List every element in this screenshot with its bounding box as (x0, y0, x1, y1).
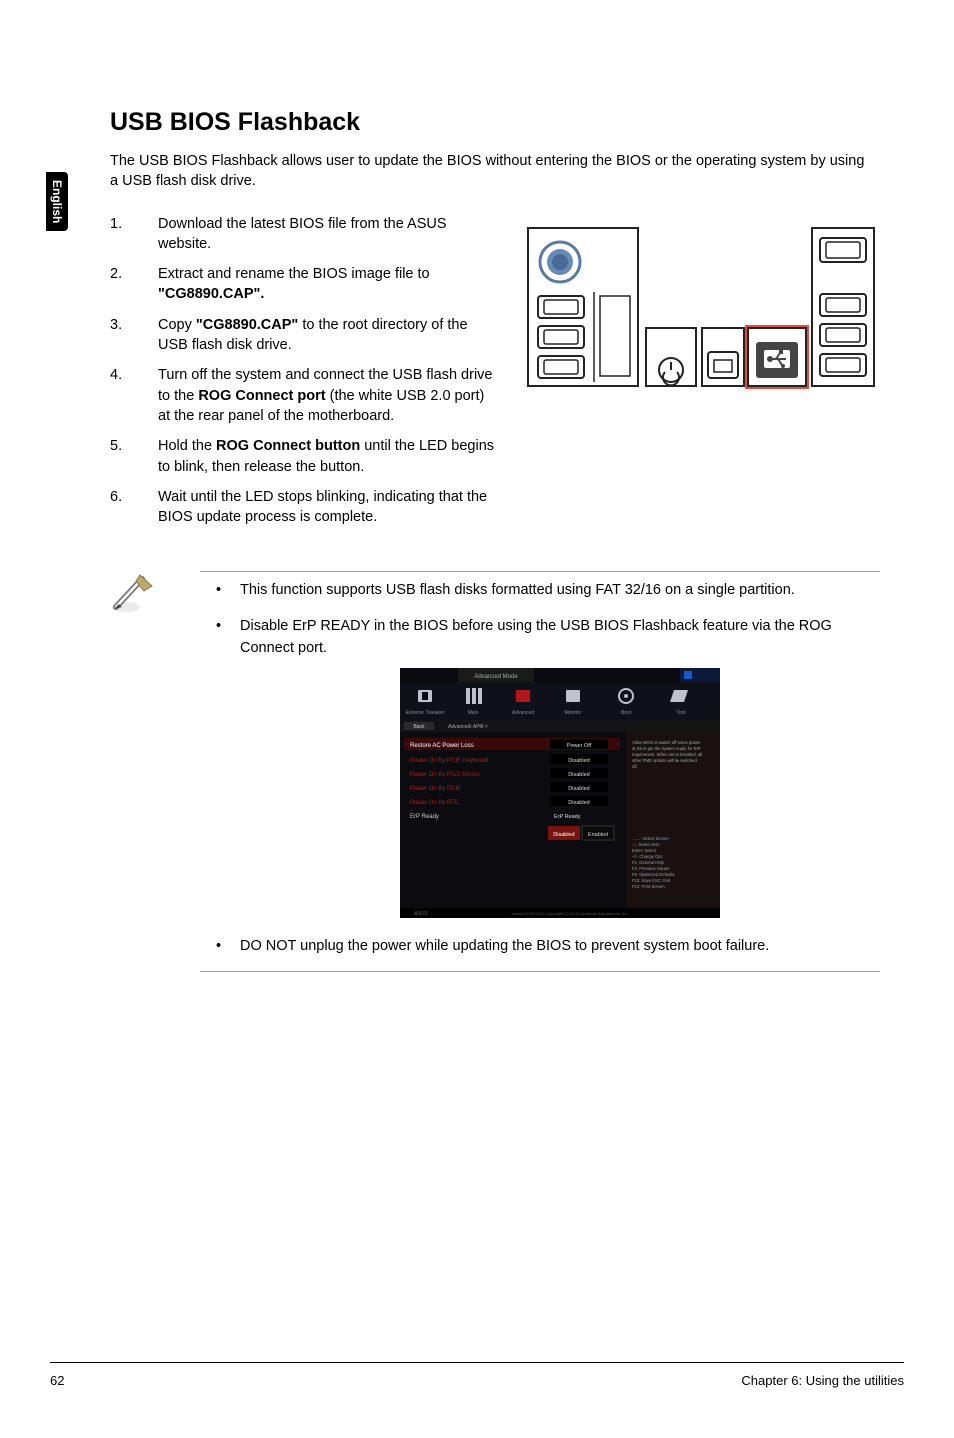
note-text: DO NOT unplug the power while updating t… (240, 938, 769, 954)
svg-text:Power On By RTC: Power On By RTC (410, 800, 460, 806)
svg-text:Enabled: Enabled (588, 832, 608, 838)
note-item: • DO NOT unplug the power while updating … (200, 936, 880, 958)
step-item: 4. Turn off the system and connect the U… (110, 365, 500, 426)
svg-text:Power On By PCIE: Power On By PCIE (410, 786, 461, 792)
step-text: Extract and rename the BIOS image file t… (158, 264, 500, 305)
svg-text:Power Off: Power Off (567, 743, 592, 749)
step-number: 4. (110, 365, 158, 426)
bullet-icon: • (216, 936, 221, 958)
svg-text:F1: General Help: F1: General Help (632, 860, 665, 865)
svg-text:F12: Print Screen: F12: Print Screen (632, 884, 665, 889)
svg-text:Main: Main (468, 710, 479, 716)
svg-text:Allow BIOS to switch off some: Allow BIOS to switch off some power (632, 740, 701, 745)
page-footer: 62 Chapter 6: Using the utilities (50, 1362, 904, 1388)
note-item: • Disable ErP READY in the BIOS before us… (200, 616, 880, 918)
steps-list: 1. Download the latest BIOS file from th… (110, 214, 500, 538)
step-number: 2. (110, 264, 158, 305)
svg-text:ErP Ready: ErP Ready (410, 814, 439, 820)
svg-text:requirement. When set to Enab: requirement. When set to Enabled, all (632, 752, 702, 757)
svg-text:+/-: Change Opt.: +/-: Change Opt. (632, 854, 663, 859)
note-block: • This function supports USB flash disks … (110, 571, 880, 972)
svg-text:Extreme Tweaker: Extreme Tweaker (406, 710, 445, 716)
note-text: Disable ErP READY in the BIOS before usi… (240, 618, 832, 656)
step-text: Turn off the system and connect the USB … (158, 365, 500, 426)
bullet-icon: • (216, 580, 221, 602)
svg-text:Disabled: Disabled (553, 832, 574, 838)
page-content: USB BIOS Flashback The USB BIOS Flashbac… (110, 108, 880, 972)
step-number: 3. (110, 315, 158, 356)
svg-text:↑↓: Select Item: ↑↓: Select Item (632, 842, 660, 847)
svg-text:Monitor: Monitor (565, 710, 582, 716)
svg-text:F2: Previous Values: F2: Previous Values (632, 866, 669, 871)
svg-text:Tool: Tool (676, 710, 685, 716)
svg-text:at S5 to get the system ready: at S5 to get the system ready for ErP (632, 746, 701, 751)
step-item: 5. Hold the ROG Connect button until the… (110, 436, 500, 477)
svg-text:Advanced Mode: Advanced Mode (474, 674, 518, 680)
svg-text:Advanced: Advanced (512, 710, 534, 716)
rog-connect-port (746, 326, 808, 388)
intro-paragraph: The USB BIOS Flashback allows user to up… (110, 151, 870, 192)
svg-text:other PME options will be swit: other PME options will be switched (632, 758, 697, 763)
bios-screenshot: Advanced Mode (400, 668, 720, 918)
language-tab: English (46, 172, 68, 231)
svg-text:ErP Ready: ErP Ready (554, 814, 581, 820)
page-number: 62 (50, 1373, 64, 1388)
note-icon (110, 571, 156, 617)
svg-text:Enter: Select: Enter: Select (632, 848, 657, 853)
rog-connect-button-icon (646, 328, 696, 386)
svg-text:Power On By PCIE Keyboard: Power On By PCIE Keyboard (410, 758, 488, 764)
note-body: • This function supports USB flash disks … (200, 571, 880, 972)
step-text: Hold the ROG Connect button until the LE… (158, 436, 500, 477)
step-item: 2. Extract and rename the BIOS image fil… (110, 264, 500, 305)
svg-text:Restore AC Power Loss: Restore AC Power Loss (410, 743, 474, 749)
bullet-icon: • (216, 616, 221, 638)
svg-text:F5: Optimized Defaults: F5: Optimized Defaults (632, 872, 675, 877)
step-number: 1. (110, 214, 158, 255)
chapter-label: Chapter 6: Using the utilities (741, 1373, 904, 1388)
step-item: 6. Wait until the LED stops blinking, in… (110, 487, 500, 528)
step-text: Copy "CG8890.CAP" to the root directory … (158, 315, 500, 356)
svg-text:Back: Back (413, 724, 425, 730)
step-item: 1. Download the latest BIOS file from th… (110, 214, 500, 255)
step-number: 6. (110, 487, 158, 528)
svg-text:Version 2.00.1201. Copyright (: Version 2.00.1201. Copyright (C) 2012 Am… (512, 911, 629, 916)
io-panel-illustration (520, 214, 880, 397)
svg-text:Disabled: Disabled (568, 786, 589, 792)
svg-text:Boot: Boot (621, 710, 632, 716)
svg-text:Disabled: Disabled (568, 772, 589, 778)
step-text: Wait until the LED stops blinking, indic… (158, 487, 500, 528)
svg-text:→←: Select Screen: →←: Select Screen (632, 836, 669, 841)
step-item: 3. Copy "CG8890.CAP" to the root directo… (110, 315, 500, 356)
svg-text:ASUS: ASUS (413, 911, 428, 917)
page-heading: USB BIOS Flashback (110, 108, 880, 137)
step-text: Download the latest BIOS file from the A… (158, 214, 500, 255)
svg-text:Advanced\ APM >: Advanced\ APM > (448, 724, 488, 730)
svg-text:Disabled: Disabled (568, 758, 589, 764)
step-number: 5. (110, 436, 158, 477)
note-item: • This function supports USB flash disks … (200, 580, 880, 602)
rear-panel-svg (520, 222, 880, 392)
svg-text:F10: Save ESC: Exit: F10: Save ESC: Exit (632, 878, 671, 883)
rule (200, 971, 880, 972)
svg-text:Disabled: Disabled (568, 800, 589, 806)
svg-text:off.: off. (632, 764, 638, 769)
svg-text:Power On By PS/2 Mouse: Power On By PS/2 Mouse (410, 772, 480, 778)
note-text: This function supports USB flash disks f… (240, 582, 795, 598)
